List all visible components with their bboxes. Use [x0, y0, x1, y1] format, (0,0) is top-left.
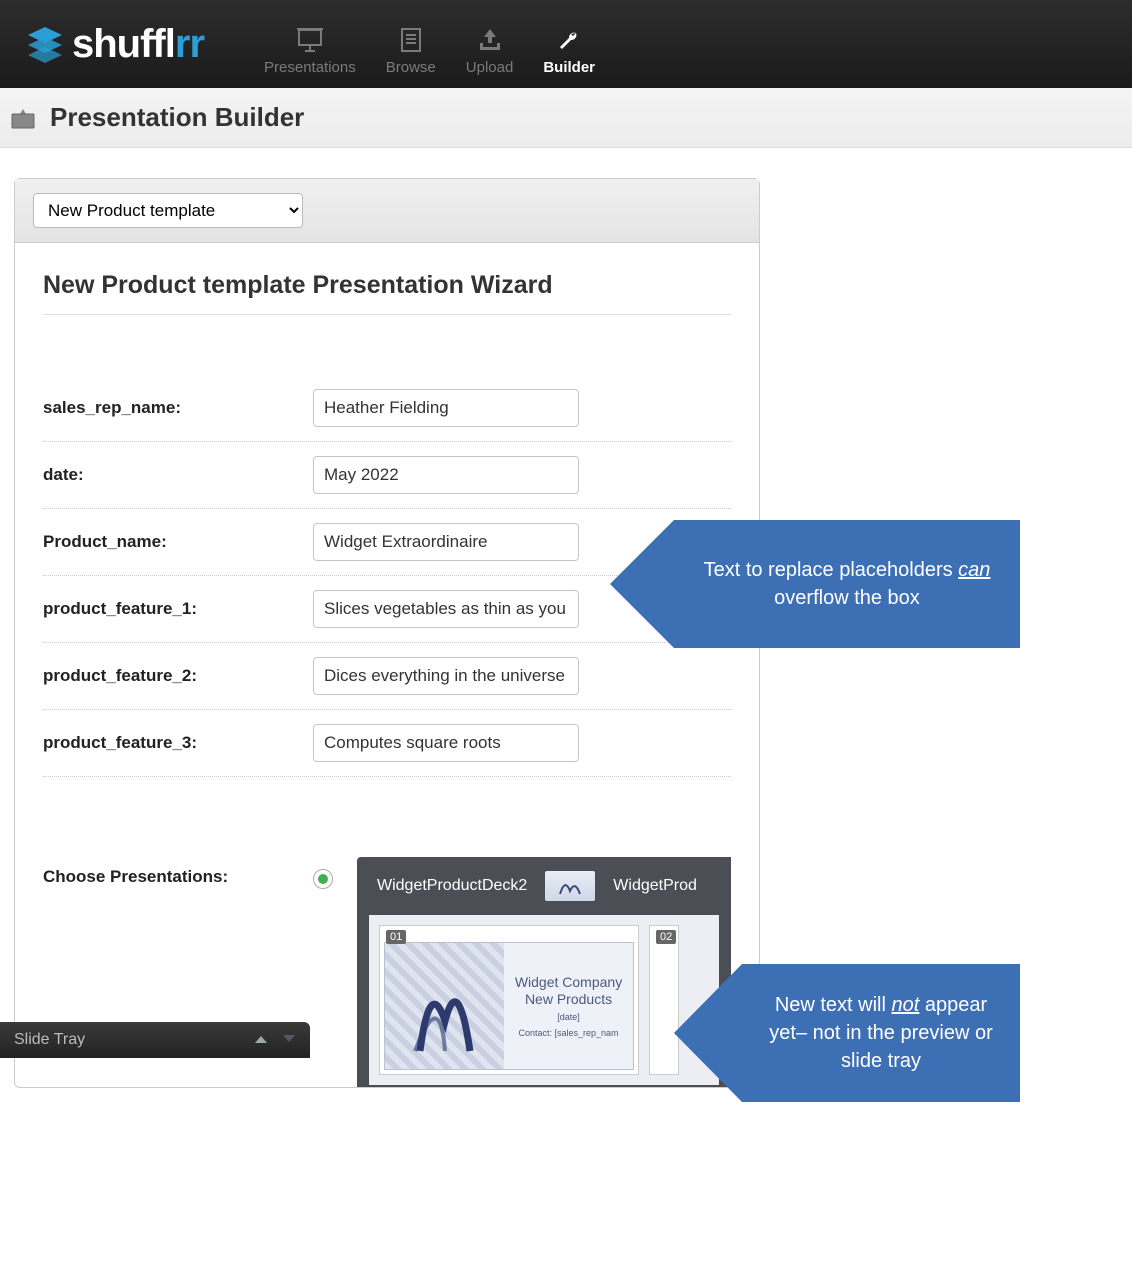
presentation-icon: [296, 27, 324, 53]
field-row: product_feature_2:: [43, 643, 731, 710]
slide-tray[interactable]: Slide Tray: [0, 1022, 310, 1058]
panel-body: New Product template Presentation Wizard…: [15, 243, 759, 1087]
slide-text: Widget Company New Products [date] Conta…: [504, 943, 633, 1069]
field-label-sales-rep: sales_rep_name:: [43, 398, 313, 418]
brand-stack-icon: [24, 23, 66, 65]
product-name-input[interactable]: [313, 523, 579, 561]
field-row: sales_rep_name:: [43, 375, 731, 442]
wrench-icon: [556, 27, 582, 53]
brand-text-pre: shuffl: [72, 22, 175, 66]
browse-icon: [398, 27, 424, 53]
slide-number: 01: [386, 930, 406, 944]
deck-thumb-icon: [545, 871, 595, 901]
deck-tabs: WidgetProductDeck2 WidgetProd: [357, 857, 731, 915]
callout-preview: New text will not appear yet– not in the…: [742, 964, 1020, 1102]
slide-number: 02: [656, 930, 676, 944]
panel-toolbar: New Product template: [15, 179, 759, 243]
callout-overflow: Text to replace placeholders can overflo…: [674, 520, 1020, 648]
deck-tab-2[interactable]: WidgetProd: [613, 877, 697, 895]
callout-em: not: [892, 994, 920, 1016]
chevron-down-icon[interactable]: [282, 1031, 296, 1049]
nav-label: Presentations: [264, 59, 356, 76]
template-select[interactable]: New Product template: [33, 193, 303, 228]
nav-label: Builder: [543, 59, 595, 76]
field-label-feature-1: product_feature_1:: [43, 599, 313, 619]
callout-text: Text to replace placeholders: [704, 559, 959, 581]
nav-browse[interactable]: Browse: [386, 27, 436, 76]
brand-text: shufflrr: [72, 22, 204, 67]
product-feature-2-input[interactable]: [313, 657, 579, 695]
deck-tab-1[interactable]: WidgetProductDeck2: [377, 877, 527, 895]
field-row: product_feature_3:: [43, 710, 731, 777]
page-header: Presentation Builder: [0, 88, 1132, 148]
builder-page-icon: [10, 106, 36, 130]
date-input[interactable]: [313, 456, 579, 494]
callout-em: can: [958, 559, 990, 581]
slide-contact-ph: Contact: [sales_rep_nam: [518, 1028, 618, 1038]
callout-text: overflow the box: [774, 587, 920, 609]
nav-items: Presentations Browse: [264, 0, 595, 88]
choose-radio[interactable]: [313, 857, 357, 1087]
slide-logo-icon: [385, 943, 504, 1069]
chevron-up-icon[interactable]: [254, 1031, 268, 1049]
nav-label: Browse: [386, 59, 436, 76]
product-feature-3-input[interactable]: [313, 724, 579, 762]
field-row: date:: [43, 442, 731, 509]
field-label-feature-2: product_feature_2:: [43, 666, 313, 686]
wizard-title: New Product template Presentation Wizard: [43, 271, 731, 315]
page-title: Presentation Builder: [50, 102, 304, 133]
callout-text: New text will: [775, 994, 892, 1016]
top-nav: shufflrr Presentations: [0, 0, 1132, 88]
sales-rep-name-input[interactable]: [313, 389, 579, 427]
nav-builder[interactable]: Builder: [543, 27, 595, 76]
slide-title-l2: New Products: [525, 991, 612, 1008]
field-label-date: date:: [43, 465, 313, 485]
product-feature-1-input[interactable]: [313, 590, 579, 628]
brand-logo[interactable]: shufflrr: [24, 22, 204, 67]
slide-card-1[interactable]: 01 Widget Company New Products: [379, 925, 639, 1075]
radio-selected-icon: [313, 869, 333, 889]
slide-title-l1: Widget Company: [515, 974, 622, 991]
upload-icon: [476, 27, 504, 53]
slide-date-ph: [date]: [557, 1012, 580, 1022]
nav-upload[interactable]: Upload: [466, 27, 514, 76]
deck-slides: 01 Widget Company New Products: [369, 915, 719, 1085]
nav-label: Upload: [466, 59, 514, 76]
nav-presentations[interactable]: Presentations: [264, 27, 356, 76]
brand-text-accent: rr: [175, 22, 204, 66]
slide-tray-label: Slide Tray: [14, 1031, 85, 1049]
field-label-product-name: Product_name:: [43, 532, 313, 552]
field-label-feature-3: product_feature_3:: [43, 733, 313, 753]
slide-content: Widget Company New Products [date] Conta…: [384, 942, 634, 1070]
